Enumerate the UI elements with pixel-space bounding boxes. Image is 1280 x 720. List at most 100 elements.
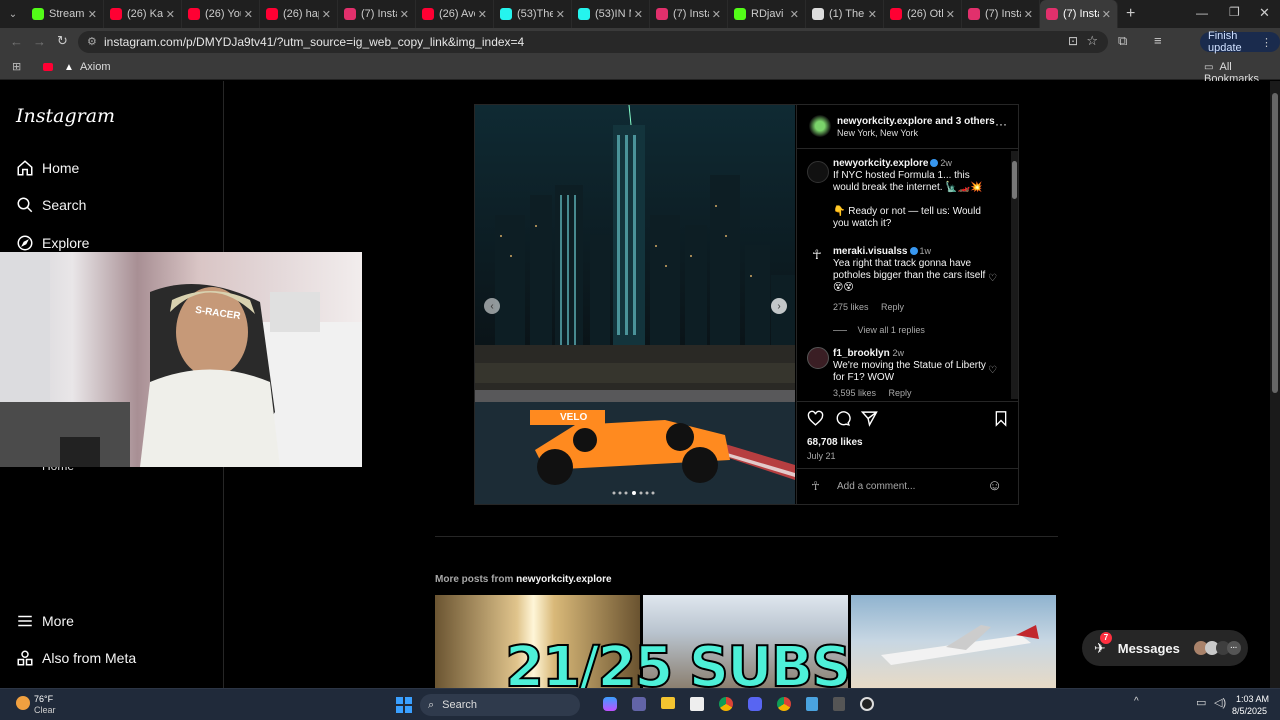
chrome-icon[interactable] [719,697,733,711]
carousel-prev-button[interactable]: ‹ [484,298,500,314]
install-app-icon[interactable]: ⊡ [1068,34,1078,48]
browser-tab[interactable]: (7) Insta✕ [962,0,1040,28]
browser-tab[interactable]: (7) Insta✕ [1040,0,1118,28]
sidebar-item-also-from-meta[interactable]: Also from Meta [16,649,136,667]
save-icon[interactable] [993,410,1009,432]
browser-tab[interactable]: (53)The ✕ [494,0,572,28]
obs-icon[interactable] [860,697,874,711]
volume-icon[interactable]: ◁) [1214,696,1226,709]
caption-avatar[interactable] [807,161,829,183]
close-window-button[interactable]: ✕ [1259,5,1270,21]
browser-tab[interactable]: (53)IN M✕ [572,0,650,28]
like-icon[interactable] [807,410,824,432]
emoji-icon[interactable]: ☺ [987,477,1002,494]
weather-icon[interactable] [16,696,30,710]
instagram-logo[interactable]: Instagram [16,105,115,127]
tab-close-icon[interactable]: ✕ [634,8,643,21]
file-explorer-icon[interactable] [661,697,675,709]
comments-scrollbar[interactable] [1011,151,1018,399]
sidebar-item-search[interactable]: Search [16,196,86,214]
comment-like-icon[interactable]: ♡ [988,273,997,284]
author-avatar[interactable] [809,115,831,137]
network-icon[interactable]: ▭ [1196,696,1206,709]
reading-list-icon[interactable]: ≡ [1154,33,1162,48]
reload-icon[interactable]: ↻ [57,33,68,49]
comment-icon[interactable] [834,410,851,432]
tab-close-icon[interactable]: ✕ [946,8,955,21]
notepad-icon[interactable] [806,697,818,711]
browser-tab[interactable]: (26) Ave✕ [416,0,494,28]
chrome-icon[interactable] [777,697,791,711]
comment-reply[interactable]: Reply [889,388,912,398]
more-posts-user[interactable]: newyorkcity.explore [516,574,611,585]
comment-avatar[interactable]: ☥ [812,247,822,265]
share-icon[interactable] [860,410,878,432]
discord-icon[interactable] [748,697,762,711]
tab-close-icon[interactable]: ✕ [790,8,799,21]
tab-close-icon[interactable]: ✕ [244,8,253,21]
caption-user[interactable]: newyorkcity.explore [833,158,928,169]
comment-avatar[interactable] [807,347,829,369]
like-count[interactable]: 68,708 likes [807,437,863,448]
teams-icon[interactable] [632,697,646,711]
browser-tab[interactable]: (26) Kap✕ [104,0,182,28]
comment-likes[interactable]: 275 likes [833,302,869,312]
comments-scroll-thumb[interactable] [1012,161,1017,199]
sidebar-item-home[interactable]: Home [16,159,79,177]
comment-reply[interactable]: Reply [881,302,904,312]
comment-input[interactable]: Add a comment... [837,481,915,492]
new-tab-button[interactable]: + [1126,5,1135,23]
forward-icon[interactable]: → [33,34,46,49]
calculator-icon[interactable] [833,697,845,711]
browser-tab[interactable]: (7) Insta✕ [338,0,416,28]
tab-close-icon[interactable]: ✕ [88,8,97,21]
browser-tab[interactable]: Stream ✕ [26,0,104,28]
tab-close-icon[interactable]: ✕ [556,8,565,21]
comment-like-icon[interactable]: ♡ [988,365,997,376]
minimize-button[interactable]: — [1196,6,1208,20]
tab-close-icon[interactable]: ✕ [712,8,721,21]
extensions-icon[interactable]: ⧉ [1118,33,1127,49]
address-bar[interactable]: ⚙ instagram.com/p/DMYDJa9tv41/?utm_sourc… [78,31,1108,53]
browser-tab[interactable]: (26) Oth✕ [884,0,962,28]
apps-grid-icon[interactable]: ⊞ [12,60,21,73]
page-scrollbar[interactable] [1270,81,1280,688]
copilot-icon[interactable] [603,697,617,711]
messages-button[interactable]: ✈ 7 Messages ··· [1082,630,1248,666]
back-icon[interactable]: ← [10,34,23,49]
youtube-bookmark-icon[interactable] [43,63,53,71]
sidebar-item-explore[interactable]: Explore [16,234,89,252]
comments-section[interactable]: newyorkcity.explore 2w If NYC hosted Form… [797,149,1019,401]
tab-search-button[interactable]: ⌄ [0,0,26,28]
tab-close-icon[interactable]: ✕ [1102,8,1111,21]
tray-overflow-icon[interactable]: ^ [1134,696,1139,707]
sidebar-item-more[interactable]: More [16,612,74,630]
more-options-icon[interactable]: ··· [995,117,1007,131]
tab-close-icon[interactable]: ✕ [478,8,487,21]
browser-tab[interactable]: RDjavi S✕ [728,0,806,28]
clock-date[interactable]: 8/5/2025 [1232,706,1267,716]
tab-close-icon[interactable]: ✕ [400,8,409,21]
tab-close-icon[interactable]: ✕ [1024,8,1033,21]
taskbar-search[interactable]: ⌕ Search [420,694,580,716]
carousel-next-button[interactable]: › [771,298,787,314]
browser-tab[interactable]: (26) You✕ [182,0,260,28]
bookmark-star-icon[interactable]: ☆ [1086,33,1098,49]
browser-tab[interactable]: (26) hap✕ [260,0,338,28]
post-location[interactable]: New York, New York [837,128,918,138]
windows-start-icon[interactable] [396,697,412,713]
finish-update-button[interactable]: Finish update ⋮ [1200,30,1280,54]
view-replies-button[interactable]: View all 1 replies [833,325,925,335]
more-post-thumbnail[interactable] [851,595,1056,688]
store-icon[interactable] [690,697,704,711]
coauthors-link[interactable]: and 3 others [935,116,994,127]
comment-likes[interactable]: 3,595 likes [833,388,876,398]
clock-time[interactable]: 1:03 AM [1236,694,1269,704]
comment-user[interactable]: meraki.visualss [833,246,908,257]
comment-user[interactable]: f1_brooklyn [833,348,890,359]
maximize-button[interactable]: ❐ [1229,5,1240,19]
tab-close-icon[interactable]: ✕ [868,8,877,21]
site-info-icon[interactable]: ⚙ [87,35,97,48]
tab-close-icon[interactable]: ✕ [166,8,175,21]
tab-close-icon[interactable]: ✕ [322,8,331,21]
